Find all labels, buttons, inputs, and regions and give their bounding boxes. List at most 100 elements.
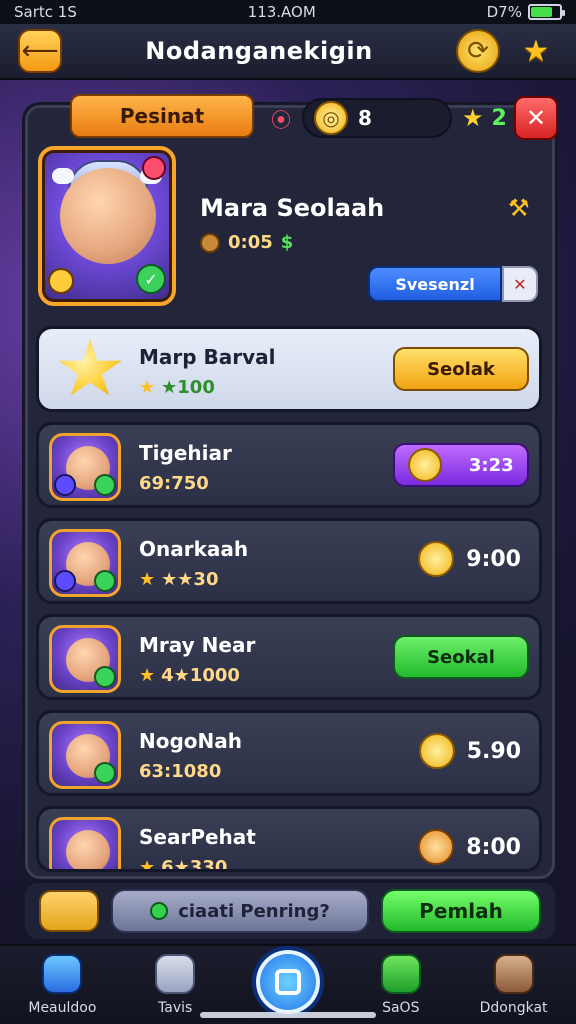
avatar [49, 529, 121, 597]
status-dot-icon [150, 902, 169, 920]
battery-icon [380, 954, 421, 994]
battery-icon [527, 4, 565, 20]
carrier-text: Sartc 1S [14, 3, 77, 21]
pin-icon [155, 954, 196, 994]
list-item-action-label: Seolak [427, 358, 495, 380]
star-icon: ★ [139, 665, 156, 686]
header-actions: ⟳ ★ [455, 29, 558, 73]
page-title: Nodanganekigin [145, 37, 373, 65]
close-icon: ✕ [513, 274, 527, 294]
tab-label: Pesinat [119, 104, 205, 128]
avatar [49, 625, 121, 693]
list-item-sub-value: 63:1080 [139, 761, 222, 782]
star-icon: ★ [139, 569, 156, 590]
list-item-action-label: 3:23 [468, 454, 514, 476]
hero-select-clear[interactable]: ✕ [502, 266, 538, 302]
tab-active[interactable]: Pesinat [70, 94, 254, 138]
badge-icon [94, 666, 116, 688]
home-icon [42, 954, 83, 994]
list-item-name: Mray Near [139, 633, 256, 657]
nav-saos[interactable]: SaOS [346, 954, 456, 1016]
status-time: 113.AOM [247, 3, 316, 21]
list-item-name: Marp Barval [139, 345, 276, 369]
check-icon: ✓ [136, 264, 166, 294]
hero-card[interactable]: ✓ [38, 146, 176, 306]
nav-tavis[interactable]: Tavis [120, 954, 230, 1016]
close-button[interactable]: ✕ [514, 96, 558, 140]
secondary-action-button[interactable]: ciaati Penring? [111, 889, 369, 933]
list-item[interactable]: Mray Near ★ 4★1000 Seokal [36, 614, 542, 700]
primary-action-label: Pemlah [419, 899, 503, 923]
list-item[interactable]: Onarkaah ★ ★★30 9:00 [36, 518, 542, 604]
list-item-action-button[interactable]: Seolak [393, 347, 529, 391]
hero-select[interactable]: Svesenzl [368, 266, 502, 302]
coin-icon [418, 541, 455, 577]
status-bar: Sartc 1S 113.AOM D7% [0, 0, 576, 24]
list-item[interactable]: Marp Barval ★ ★100 Seolak [36, 326, 542, 412]
hammer-icon[interactable]: ⚒ [508, 194, 536, 222]
list-item-sub: ★ 4★1000 [139, 665, 240, 686]
badge-icon [48, 268, 74, 294]
list-item-sub-value: 6★330 [161, 857, 228, 872]
hero-wing-left [52, 168, 74, 184]
primary-action-button[interactable]: Pemlah [381, 889, 541, 933]
reward-timer: 9:00 [418, 541, 521, 577]
coin-button[interactable]: ⟳ [455, 29, 500, 73]
hero-info: Mara Seolaah 0:05 $ [200, 194, 530, 253]
badge-icon [94, 474, 116, 496]
avatar-face [66, 830, 110, 869]
list-item-sub: ★ ★100 [139, 377, 215, 398]
hero-timer-value: 0:05 [228, 232, 273, 253]
arrow-left-icon: ⟵ [21, 36, 59, 66]
hero-select-label: Svesenzl [395, 274, 475, 294]
gem-icon [142, 156, 166, 180]
list-icon [493, 954, 534, 994]
list-item-action-button[interactable]: Seokal [393, 635, 529, 679]
home-indicator [200, 1012, 376, 1018]
coin-counter: ◎ 8 [302, 98, 452, 138]
star-icon: ★ [462, 104, 484, 132]
battery-fill [530, 7, 552, 17]
list-item-sub-value: ★100 [161, 377, 215, 398]
secondary-action-label: ciaati Penring? [178, 900, 330, 922]
hero-select-row: Svesenzl ✕ [368, 266, 538, 302]
badge-icon [94, 570, 116, 592]
favorite-button[interactable]: ★ [514, 29, 558, 73]
badge-icon [54, 570, 76, 592]
star-counter: ★ 2 [462, 104, 507, 132]
bottom-actions: ciaati Penring? Pemlah [22, 880, 558, 942]
list-item-sub-value: ★★30 [161, 569, 219, 590]
star-icon [408, 448, 443, 482]
star-icon: ★ [522, 33, 550, 69]
list-item[interactable]: SearPehat ★ 6★330 8:00 [36, 806, 542, 872]
nav-label: Ddongkat [479, 1000, 548, 1016]
back-button[interactable]: ⟵ [18, 29, 62, 73]
reward-icon [418, 829, 455, 865]
square-icon [251, 946, 324, 1018]
avatar [49, 817, 121, 869]
hero-timer-currency: $ [280, 232, 294, 253]
reward-timer: 8:00 [418, 829, 521, 865]
star-count: 2 [491, 105, 507, 131]
star-icon: ★ [139, 857, 156, 872]
coin-count: 8 [358, 106, 372, 130]
list-item-name: Onarkaah [139, 537, 249, 561]
coin-icon [418, 733, 455, 769]
hero-timer: 0:05 $ [200, 232, 530, 253]
nav-ddongkat[interactable]: Ddongkat [459, 954, 569, 1016]
list-item-sub: 69:750 [139, 473, 209, 494]
reward-timer: 5.90 [418, 733, 521, 769]
nav-home[interactable]: Meauldoo [7, 954, 117, 1016]
nav-label: Tavis [158, 1000, 193, 1016]
big-star-icon [58, 339, 122, 396]
map-pin-icon: ⦿ [271, 107, 291, 132]
list-item[interactable]: Tigehiar 69:750 3:23 [36, 422, 542, 508]
list-item-sub: ★ 6★330 [139, 857, 228, 872]
list-item-sub: 63:1080 [139, 761, 221, 782]
chest-button[interactable] [39, 890, 99, 932]
list-item-sub: ★ ★★30 [139, 569, 218, 590]
list-item-sub-value: 69:750 [139, 473, 209, 494]
hero-portrait [60, 168, 156, 264]
list-item[interactable]: NogoNah 63:1080 5.90 [36, 710, 542, 796]
list-item-action-button[interactable]: 3:23 [393, 443, 529, 487]
